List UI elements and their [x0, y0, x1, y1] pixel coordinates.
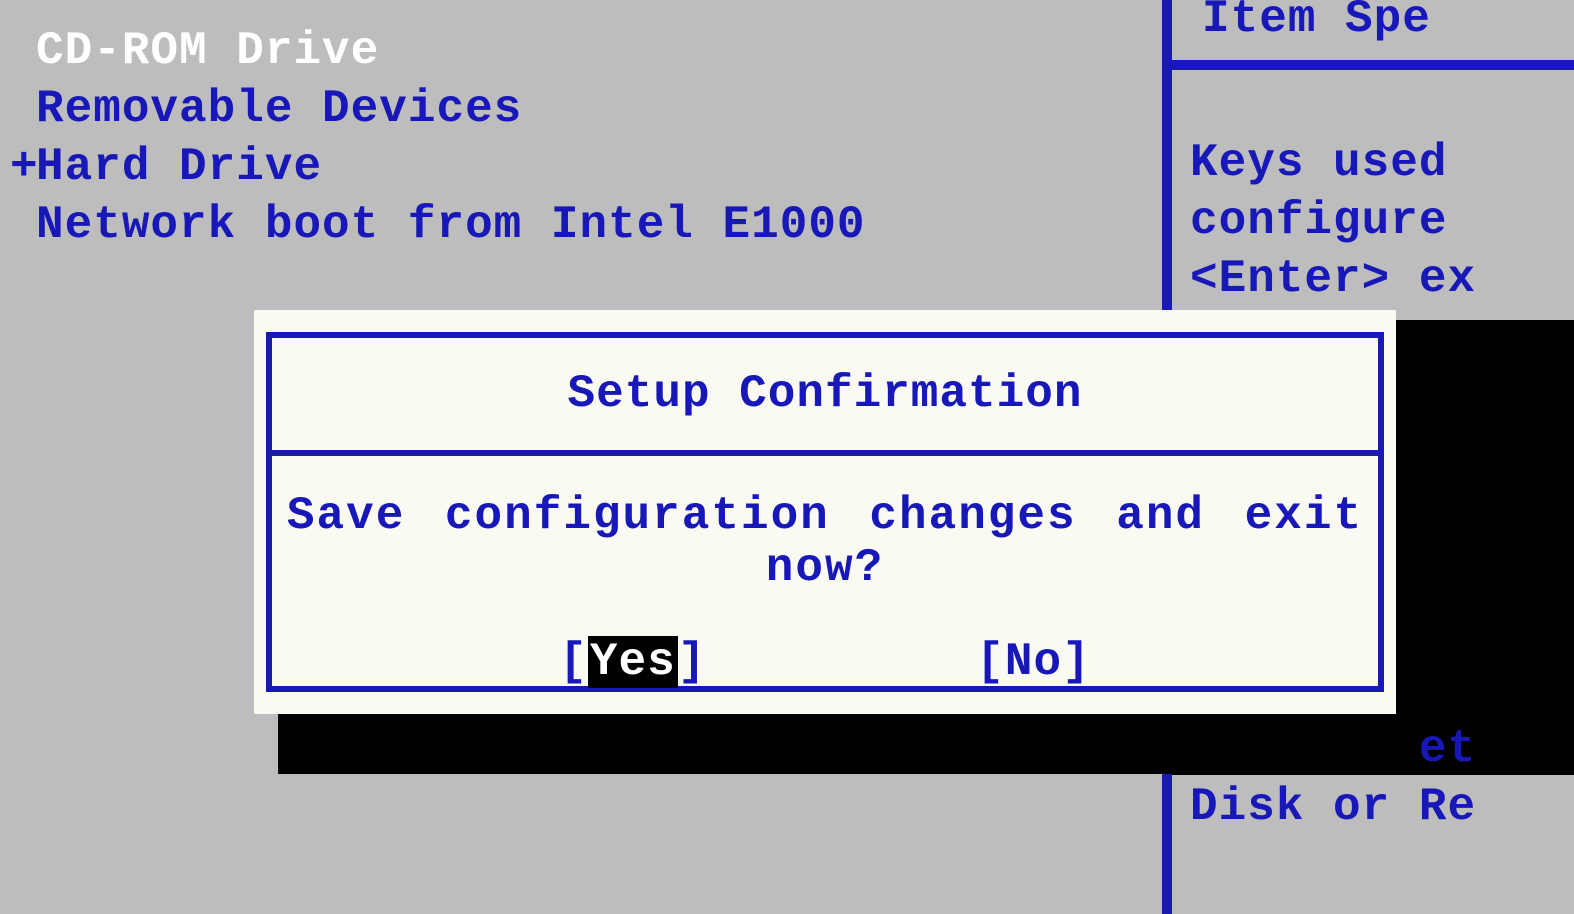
dialog-message: Save configuration changes and exit now? [272, 456, 1378, 612]
boot-item-removable[interactable]: Removable Devices [10, 80, 866, 138]
help-line: configure [1190, 195, 1476, 247]
dialog-shadow [278, 712, 1420, 774]
boot-order-list: CD-ROM Drive Removable Devices +Hard Dri… [10, 22, 866, 254]
help-body: Keys used configure <Enter> ex [1190, 134, 1574, 308]
dialog-frame: Setup Confirmation Save configuration ch… [266, 332, 1384, 692]
bracket-open: [ [559, 636, 588, 688]
dialog-title: Setup Confirmation [272, 338, 1378, 456]
no-button[interactable]: [No] [976, 636, 1090, 688]
bracket-open: [ [976, 636, 1005, 688]
expand-marker [10, 80, 36, 138]
boot-item-harddrive[interactable]: +Hard Drive [10, 138, 866, 196]
expand-marker [10, 22, 36, 80]
boot-item-label: Removable Devices [36, 83, 522, 135]
bracket-close: ] [1062, 636, 1091, 688]
dialog-button-row: [Yes] [No] [272, 612, 1378, 688]
expand-marker [10, 196, 36, 254]
boot-item-label: Network boot from Intel E1000 [36, 199, 866, 251]
help-title-text: Item Spe [1202, 0, 1431, 45]
help-title: Item Spe [1172, 0, 1574, 70]
boot-item-label: Hard Drive [36, 141, 322, 193]
setup-confirmation-dialog: Setup Confirmation Save configuration ch… [254, 310, 1396, 714]
help-line: Disk or Re [1190, 781, 1476, 833]
boot-item-network[interactable]: Network boot from Intel E1000 [10, 196, 866, 254]
no-button-label: No [1005, 636, 1062, 688]
bracket-close: ] [678, 636, 707, 688]
boot-item-cdrom[interactable]: CD-ROM Drive [10, 22, 866, 80]
expand-marker: + [10, 138, 36, 196]
boot-item-label: CD-ROM Drive [36, 25, 379, 77]
help-line: <Enter> ex [1190, 253, 1476, 305]
yes-button-label: Yes [588, 636, 678, 688]
yes-button[interactable]: [Yes] [559, 636, 706, 688]
help-line: Keys used [1190, 137, 1476, 189]
